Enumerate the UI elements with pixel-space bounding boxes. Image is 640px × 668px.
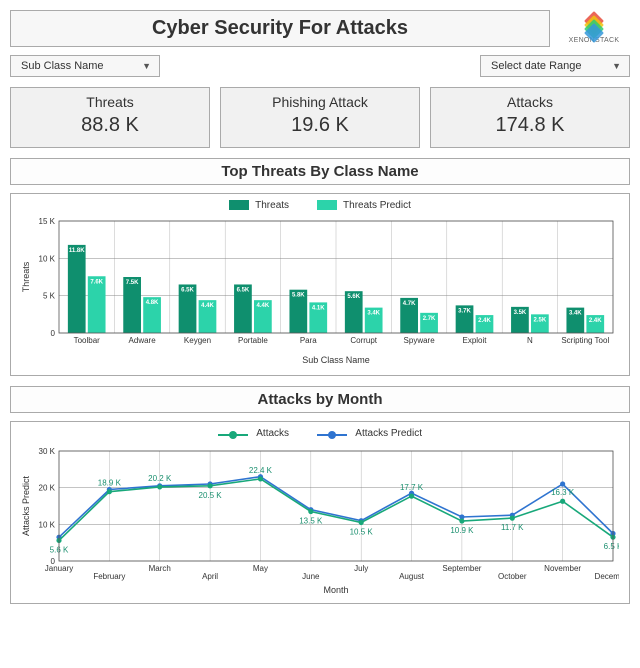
svg-text:April: April (202, 572, 218, 581)
svg-text:2.5K: 2.5K (534, 317, 547, 323)
svg-text:20.5 K: 20.5 K (199, 491, 223, 500)
line-chart: 010 K20 K30 KJanuaryFebruaryMarchAprilMa… (19, 445, 619, 595)
svg-text:4.7K: 4.7K (403, 301, 416, 307)
svg-text:January: January (45, 564, 73, 573)
svg-text:10 K: 10 K (39, 520, 56, 529)
svg-text:3.7K: 3.7K (458, 308, 471, 314)
brand-logo: XENONSTACK (558, 10, 630, 47)
legend-swatch-attacks (218, 431, 248, 439)
svg-text:5 K: 5 K (43, 292, 56, 301)
svg-text:6.5K: 6.5K (181, 287, 194, 293)
svg-text:5.8K: 5.8K (292, 293, 305, 299)
svg-text:3.5K: 3.5K (514, 310, 527, 316)
panel-top-threats: Threats Threats Predict 0 5 K 10 K 15 K Thre… (10, 193, 630, 376)
svg-text:6.5 K: 6.5 K (604, 542, 619, 551)
svg-text:March: March (149, 564, 171, 573)
svg-text:3.4K: 3.4K (569, 311, 582, 317)
svg-text:20.2 K: 20.2 K (148, 474, 172, 483)
bar-legend: Threats Threats Predict (19, 200, 621, 211)
svg-text:Toolbar: Toolbar (74, 336, 101, 345)
svg-text:Scripting Tool: Scripting Tool (561, 336, 609, 345)
panel-title-attacks-month: Attacks by Month (10, 386, 630, 413)
svg-text:June: June (302, 572, 320, 581)
svg-text:May: May (253, 564, 268, 573)
svg-text:Para: Para (300, 336, 317, 345)
kpi-phishing: Phishing Attack 19.6 K (220, 87, 420, 148)
svg-text:4.4K: 4.4K (201, 303, 214, 309)
svg-text:2.4K: 2.4K (478, 318, 491, 324)
svg-text:February: February (93, 572, 125, 581)
svg-text:7.6K: 7.6K (90, 279, 103, 285)
svg-text:3.4K: 3.4K (367, 311, 380, 317)
legend-swatch-threats-predict (317, 200, 337, 210)
svg-text:30 K: 30 K (39, 447, 56, 456)
svg-text:Attacks Predict: Attacks Predict (21, 475, 31, 536)
svg-text:September: September (442, 564, 481, 573)
svg-text:Threats: Threats (21, 261, 31, 292)
svg-text:4.1K: 4.1K (312, 305, 325, 311)
legend-label: Attacks (256, 428, 289, 439)
svg-text:2.7K: 2.7K (423, 316, 436, 322)
svg-text:2.4K: 2.4K (589, 318, 602, 324)
bar-chart: 0 5 K 10 K 15 K Threats 11.8K 7.6K Toolbar 7.5K 4… (19, 217, 619, 367)
kpi-label: Phishing Attack (225, 94, 415, 110)
svg-text:11.7 K: 11.7 K (501, 523, 524, 532)
svg-text:4.8K: 4.8K (146, 300, 159, 306)
svg-text:Spyware: Spyware (404, 336, 436, 345)
svg-text:20 K: 20 K (39, 484, 56, 493)
stack-icon (583, 14, 605, 36)
svg-text:15 K: 15 K (39, 217, 56, 226)
svg-text:16.3 K: 16.3 K (551, 488, 575, 497)
svg-text:7.5K: 7.5K (126, 280, 139, 286)
legend-swatch-threats (229, 200, 249, 210)
kpi-value: 88.8 K (15, 114, 205, 137)
svg-text:November: November (544, 564, 581, 573)
svg-text:October: October (498, 572, 527, 581)
svg-text:22.4 K: 22.4 K (249, 466, 273, 475)
legend-label: Attacks Predict (355, 428, 422, 439)
legend-label: Threats (255, 200, 289, 211)
date-range-dropdown[interactable]: Select date Range (480, 55, 630, 77)
svg-text:10.5 K: 10.5 K (350, 528, 374, 537)
svg-text:Adware: Adware (129, 336, 157, 345)
svg-text:July: July (354, 564, 368, 573)
legend-swatch-attacks-predict (317, 431, 347, 439)
legend-label: Threats Predict (343, 200, 411, 211)
line-legend: Attacks Attacks Predict (19, 428, 621, 439)
svg-text:13.5 K: 13.5 K (299, 517, 323, 526)
subclass-dropdown[interactable]: Sub Class Name (10, 55, 160, 77)
svg-text:0: 0 (51, 329, 56, 338)
panel-attacks-month: Attacks Attacks Predict 010 K20 K30 KJan… (10, 421, 630, 604)
svg-text:Keygen: Keygen (184, 336, 211, 345)
panel-title-top-threats: Top Threats By Class Name (10, 158, 630, 185)
svg-text:10.9 K: 10.9 K (450, 526, 474, 535)
kpi-label: Attacks (435, 94, 625, 110)
svg-text:5.6K: 5.6K (347, 294, 360, 300)
kpi-row: Threats 88.8 K Phishing Attack 19.6 K At… (10, 87, 630, 148)
svg-text:Exploit: Exploit (462, 336, 487, 345)
date-range-dropdown-label: Select date Range (491, 60, 582, 72)
page-title: Cyber Security For Attacks (10, 10, 550, 47)
kpi-label: Threats (15, 94, 205, 110)
svg-text:Portable: Portable (238, 336, 268, 345)
svg-text:August: August (399, 572, 425, 581)
subclass-dropdown-label: Sub Class Name (21, 60, 104, 72)
svg-text:Sub Class Name: Sub Class Name (302, 355, 370, 365)
svg-text:Corrupt: Corrupt (350, 336, 377, 345)
svg-text:Month: Month (323, 585, 348, 595)
kpi-value: 19.6 K (225, 114, 415, 137)
svg-text:December: December (595, 572, 619, 581)
svg-text:11.8K: 11.8K (69, 248, 85, 254)
svg-text:6.5K: 6.5K (237, 287, 250, 293)
kpi-threats: Threats 88.8 K (10, 87, 210, 148)
kpi-value: 174.8 K (435, 114, 625, 137)
svg-text:4.4K: 4.4K (257, 303, 270, 309)
svg-text:17.7 K: 17.7 K (400, 483, 424, 492)
svg-text:18.9 K: 18.9 K (98, 479, 122, 488)
svg-text:10 K: 10 K (39, 254, 56, 263)
kpi-attacks: Attacks 174.8 K (430, 87, 630, 148)
svg-text:N: N (527, 336, 533, 345)
